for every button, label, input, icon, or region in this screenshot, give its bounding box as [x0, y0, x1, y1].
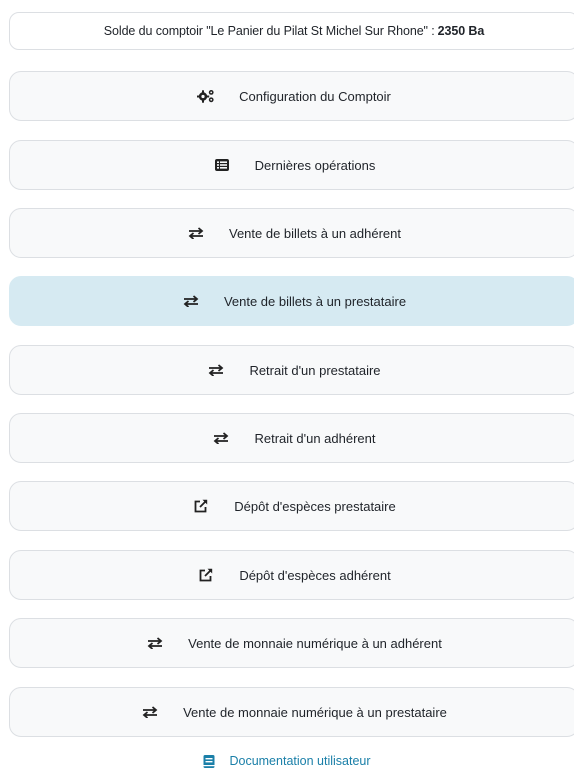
- exchange-icon: [212, 429, 230, 447]
- vente-monnaie-numerique-prestataire-button[interactable]: Vente de monnaie numérique à un prestata…: [9, 687, 574, 737]
- dernieres-operations-label: Dernières opérations: [254, 157, 376, 173]
- vente-billets-adherent-button[interactable]: Vente de billets à un adhérent: [9, 208, 574, 258]
- book-icon: [203, 754, 215, 768]
- exchange-icon: [182, 292, 200, 310]
- config-comptoir-button[interactable]: Configuration du Comptoir: [9, 71, 574, 121]
- retrait-prestataire-label: Retrait d'un prestataire: [249, 362, 381, 378]
- vente-billets-prestataire-label: Vente de billets à un prestataire: [223, 293, 407, 309]
- depot-especes-adherent-button[interactable]: Dépôt d'espèces adhérent: [9, 550, 574, 600]
- dernieres-operations-button[interactable]: Dernières opérations: [9, 140, 574, 190]
- documentation-link[interactable]: Documentation utilisateur: [0, 754, 574, 768]
- vente-monnaie-numerique-adherent-label: Vente de monnaie numérique à un adhérent: [188, 635, 442, 651]
- balance-label: Solde du comptoir "Le Panier du Pilat St…: [103, 24, 435, 38]
- external-link-icon: [197, 566, 215, 584]
- retrait-adherent-button[interactable]: Retrait d'un adhérent: [9, 413, 574, 463]
- vente-billets-prestataire-button[interactable]: Vente de billets à un prestataire: [9, 276, 574, 326]
- balance-amount: 2350 Ba: [437, 24, 485, 38]
- page: Solde du comptoir "Le Panier du Pilat St…: [0, 0, 574, 771]
- depot-especes-prestataire-button[interactable]: Dépôt d'espèces prestataire: [9, 481, 574, 531]
- documentation-label: Documentation utilisateur: [229, 754, 371, 768]
- depot-especes-adherent-label: Dépôt d'espèces adhérent: [239, 567, 391, 583]
- external-link-icon: [192, 497, 210, 515]
- vente-billets-adherent-label: Vente de billets à un adhérent: [228, 225, 402, 241]
- balance-card: Solde du comptoir "Le Panier du Pilat St…: [9, 12, 574, 50]
- depot-especes-prestataire-label: Dépôt d'espèces prestataire: [234, 498, 396, 514]
- exchange-icon: [187, 224, 205, 242]
- vente-monnaie-numerique-adherent-button[interactable]: Vente de monnaie numérique à un adhérent: [9, 618, 574, 668]
- gears-icon: [197, 87, 215, 105]
- retrait-prestataire-button[interactable]: Retrait d'un prestataire: [9, 345, 574, 395]
- exchange-icon: [141, 703, 159, 721]
- vente-monnaie-numerique-prestataire-label: Vente de monnaie numérique à un prestata…: [183, 704, 447, 720]
- exchange-icon: [146, 634, 164, 652]
- exchange-icon: [207, 361, 225, 379]
- config-comptoir-label: Configuration du Comptoir: [239, 88, 391, 104]
- retrait-adherent-label: Retrait d'un adhérent: [254, 430, 376, 446]
- list-icon: [213, 156, 231, 174]
